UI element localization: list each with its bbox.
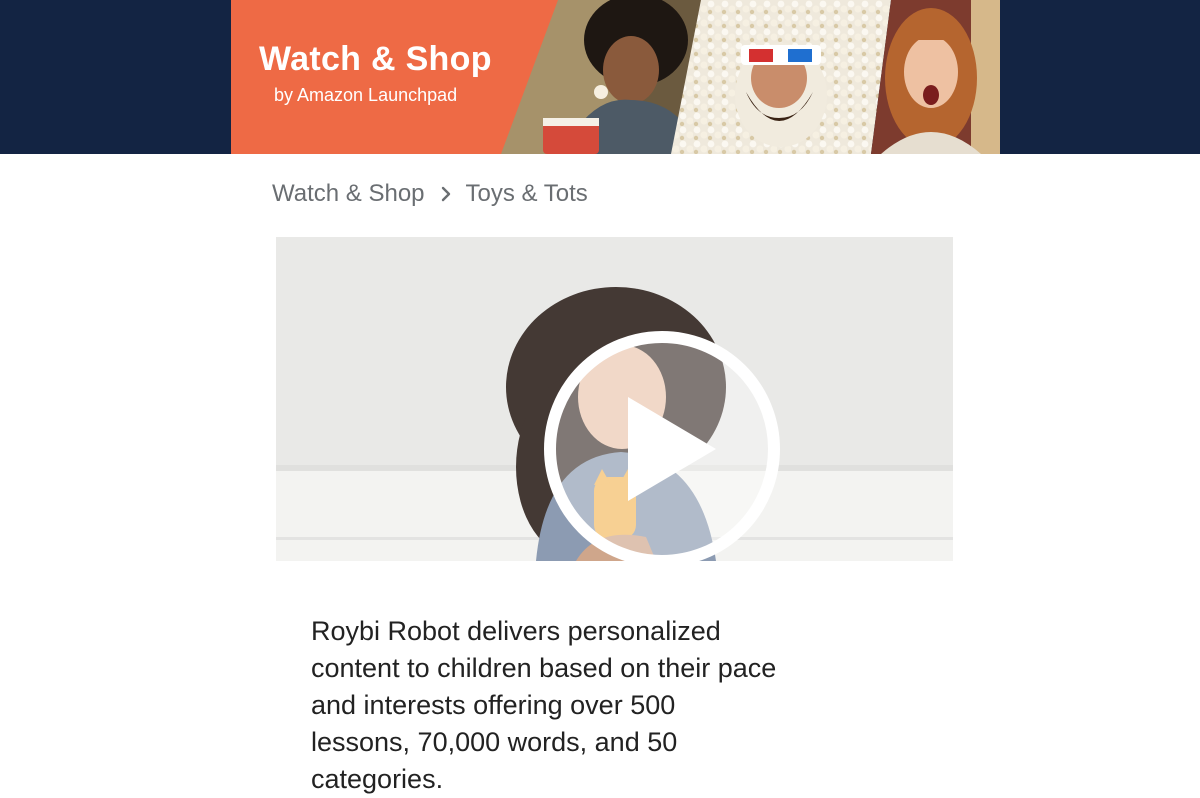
video-player[interactable] <box>276 237 953 561</box>
breadcrumb-watch-and-shop[interactable]: Watch & Shop <box>272 180 425 208</box>
chevron-right-icon <box>441 186 451 202</box>
breadcrumb: Watch & Shop Toys & Tots <box>272 178 588 210</box>
watch-and-shop-banner[interactable]: Watch & Shop by Amazon Launchpad <box>231 0 1000 154</box>
banner-title: Watch & Shop <box>259 40 492 78</box>
play-icon <box>544 331 780 561</box>
breadcrumb-toys-and-tots[interactable]: Toys & Tots <box>466 180 588 208</box>
product-description: Roybi Robot delivers personalized conten… <box>311 616 777 794</box>
video-thumbnail <box>276 237 953 561</box>
banner-subtitle: by Amazon Launchpad <box>274 85 458 105</box>
